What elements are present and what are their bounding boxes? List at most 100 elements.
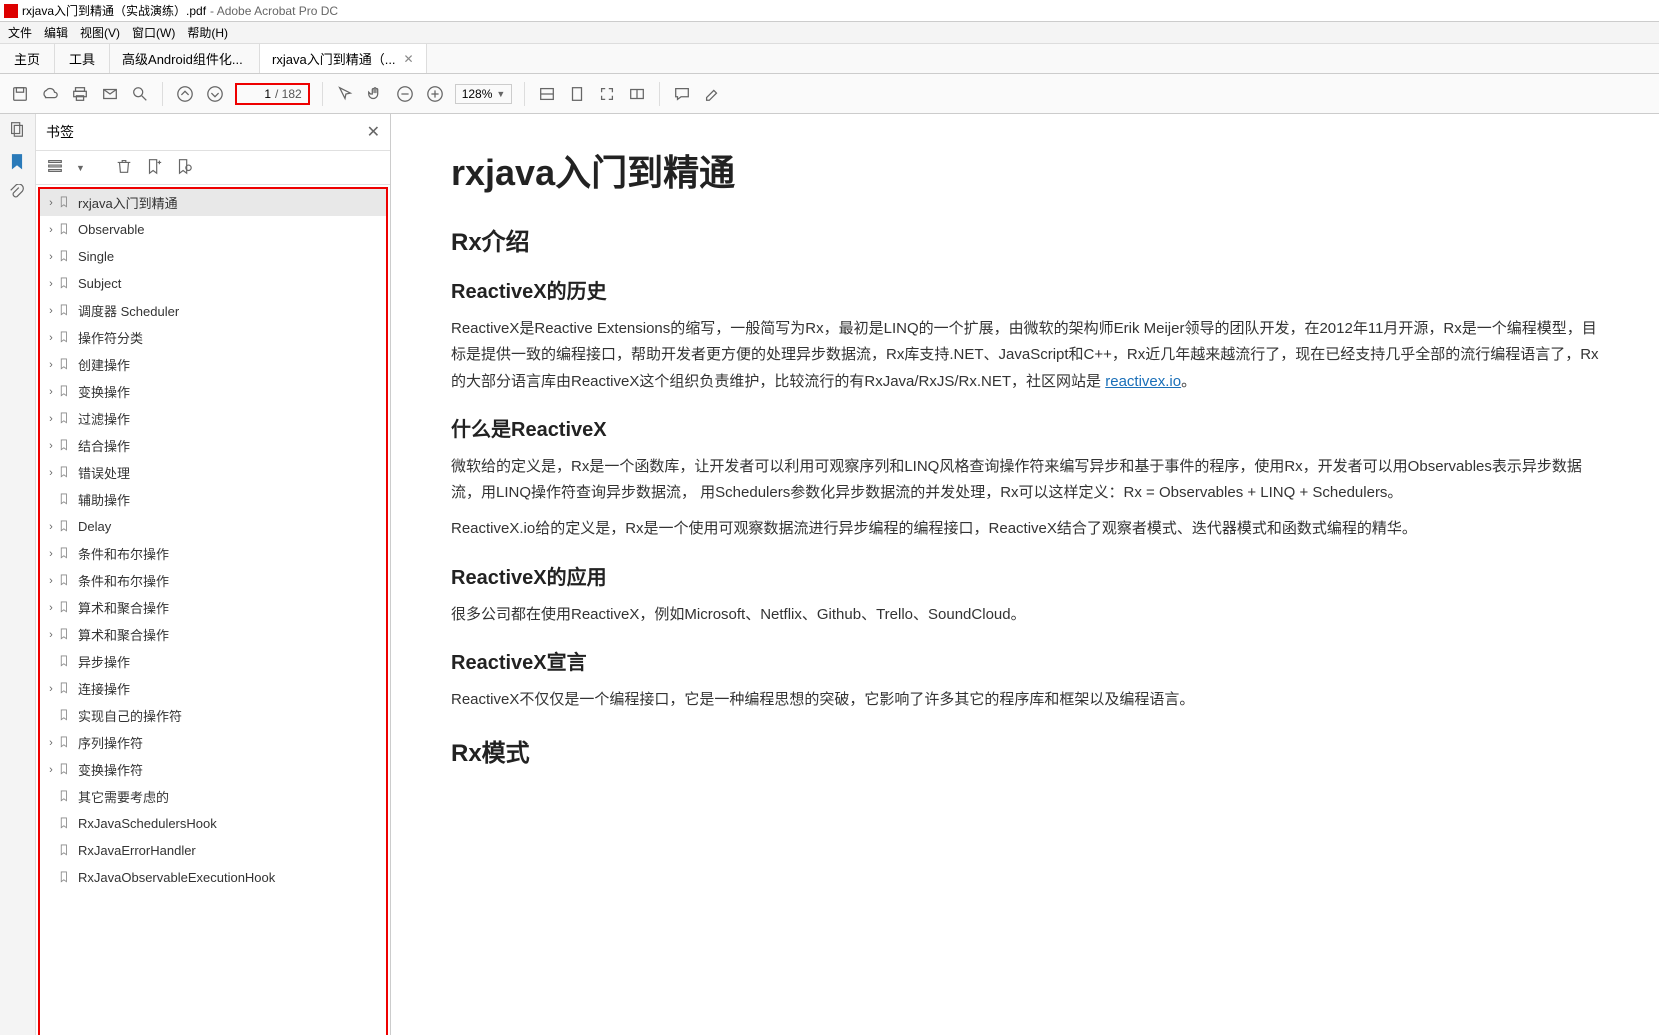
close-panel-icon[interactable]: ✕ [367,122,380,142]
hand-icon[interactable] [365,84,385,104]
chevron-right-icon[interactable]: › [44,359,58,371]
chevron-right-icon[interactable]: › [44,521,58,533]
cloud-icon[interactable] [40,84,60,104]
page-total: / 182 [275,87,302,101]
delete-icon[interactable] [115,157,133,178]
bookmark-item[interactable]: ›其它需要考虑的 [40,783,386,810]
chevron-right-icon[interactable]: › [44,386,58,398]
bookmark-item[interactable]: ›算术和聚合操作 [40,621,386,648]
menu-file[interactable]: 文件 [8,24,32,41]
mail-icon[interactable] [100,84,120,104]
new-bookmark-icon[interactable] [145,157,163,178]
bookmark-icon [58,492,74,508]
chevron-right-icon[interactable]: › [44,224,58,236]
thumbnails-icon[interactable] [8,120,28,140]
chevron-right-icon[interactable]: › [44,764,58,776]
fullscreen-icon[interactable] [597,84,617,104]
chevron-right-icon[interactable]: › [44,683,58,695]
bookmark-label: 算术和聚合操作 [78,598,169,617]
attachments-icon[interactable] [8,184,28,204]
tab-tools[interactable]: 工具 [55,44,110,73]
page-down-icon[interactable] [205,84,225,104]
zoom-in-icon[interactable] [425,84,445,104]
bookmark-item[interactable]: ›Subject [40,270,386,297]
bookmark-item[interactable]: ›条件和布尔操作 [40,540,386,567]
menu-window[interactable]: 窗口(W) [132,24,175,41]
chevron-right-icon[interactable]: › [44,278,58,290]
fit-one-page-icon[interactable] [567,84,587,104]
menu-help[interactable]: 帮助(H) [187,24,228,41]
save-icon[interactable] [10,84,30,104]
bookmark-item[interactable]: › 结合操作 [40,432,386,459]
bookmark-icon [58,249,74,265]
bookmark-item[interactable]: › 算术和聚合操作 [40,594,386,621]
bookmark-item[interactable]: ›辅助操作 [40,486,386,513]
doc-p3: ReactiveX.io给的定义是，Rx是一个使用可观察数据流进行异步编程的编程… [451,516,1599,542]
comment-icon[interactable] [672,84,692,104]
bookmark-label: 结合操作 [78,436,130,455]
bookmark-item[interactable]: ›Single [40,243,386,270]
bookmark-label: rxjava入门到精通 [78,193,178,212]
bookmark-label: 连接操作 [78,679,130,698]
bookmark-label: RxJavaObservableExecutionHook [78,870,275,885]
bookmarks-icon[interactable] [8,152,28,172]
read-mode-icon[interactable] [627,84,647,104]
chevron-right-icon[interactable]: › [44,602,58,614]
pointer-icon[interactable] [335,84,355,104]
bookmark-icon [58,573,74,589]
document-viewport[interactable]: rxjava入门到精通 Rx介绍 ReactiveX的历史 ReactiveX是… [391,114,1659,1035]
bookmark-item[interactable]: › 连接操作 [40,675,386,702]
chevron-right-icon[interactable]: › [44,197,58,209]
chevron-right-icon[interactable]: › [44,467,58,479]
bookmarks-toolbar: ▼ [36,151,390,185]
bookmarks-title: 书签 [46,122,74,142]
bookmark-item[interactable]: ›变换操作 [40,378,386,405]
bookmark-item[interactable]: ›RxJavaObservableExecutionHook [40,864,386,891]
close-icon[interactable]: ✕ [404,52,414,66]
bookmark-item[interactable]: ›过滤操作 [40,405,386,432]
bookmark-item[interactable]: ›Observable [40,216,386,243]
page-current-input[interactable] [243,87,271,101]
chevron-right-icon[interactable]: › [44,413,58,425]
page-up-icon[interactable] [175,84,195,104]
bookmark-item[interactable]: ›序列操作符 [40,729,386,756]
bookmark-item[interactable]: ›RxJavaErrorHandler [40,837,386,864]
bookmark-item[interactable]: ›RxJavaSchedulersHook [40,810,386,837]
link-reactivex[interactable]: reactivex.io [1105,373,1181,390]
tab-home[interactable]: 主页 [0,44,55,73]
bookmark-item[interactable]: ›条件和布尔操作 [40,567,386,594]
bookmark-label: 创建操作 [78,355,130,374]
doc-tab-2[interactable]: rxjava入门到精通（... ✕ [260,44,427,73]
chevron-right-icon[interactable]: › [44,332,58,344]
chevron-right-icon[interactable]: › [44,575,58,587]
bookmark-item[interactable]: ›实现自己的操作符 [40,702,386,729]
chevron-right-icon[interactable]: › [44,737,58,749]
chevron-right-icon[interactable]: › [44,548,58,560]
options-icon[interactable] [46,157,64,178]
doc-tab-1[interactable]: 高级Android组件化... [110,44,260,73]
bookmark-item[interactable]: ›异步操作 [40,648,386,675]
bookmark-item[interactable]: › rxjava入门到精通 [40,189,386,216]
menu-view[interactable]: 视图(V) [80,24,120,41]
bookmark-item[interactable]: › 创建操作 [40,351,386,378]
dropdown-caret-icon[interactable]: ▼ [76,163,85,173]
print-icon[interactable] [70,84,90,104]
chevron-right-icon[interactable]: › [44,305,58,317]
bookmark-label: 操作符分类 [78,328,143,347]
menu-edit[interactable]: 编辑 [44,24,68,41]
chevron-right-icon[interactable]: › [44,440,58,452]
zoom-out-icon[interactable] [395,84,415,104]
bookmark-item[interactable]: ›调度器 Scheduler [40,297,386,324]
bookmark-item[interactable]: › 操作符分类 [40,324,386,351]
bookmarks-list[interactable]: › rxjava入门到精通 ›Observable›Single›Subject›调… [38,187,388,1035]
bookmark-item[interactable]: ›错误处理 [40,459,386,486]
search-icon[interactable] [130,84,150,104]
find-bookmark-icon[interactable] [175,157,193,178]
chevron-right-icon[interactable]: › [44,629,58,641]
chevron-right-icon[interactable]: › [44,251,58,263]
bookmark-item[interactable]: ›变换操作符 [40,756,386,783]
highlight-icon[interactable] [702,84,722,104]
zoom-select[interactable]: 128% ▼ [455,84,513,104]
bookmark-item[interactable]: ›Delay [40,513,386,540]
fit-width-icon[interactable] [537,84,557,104]
